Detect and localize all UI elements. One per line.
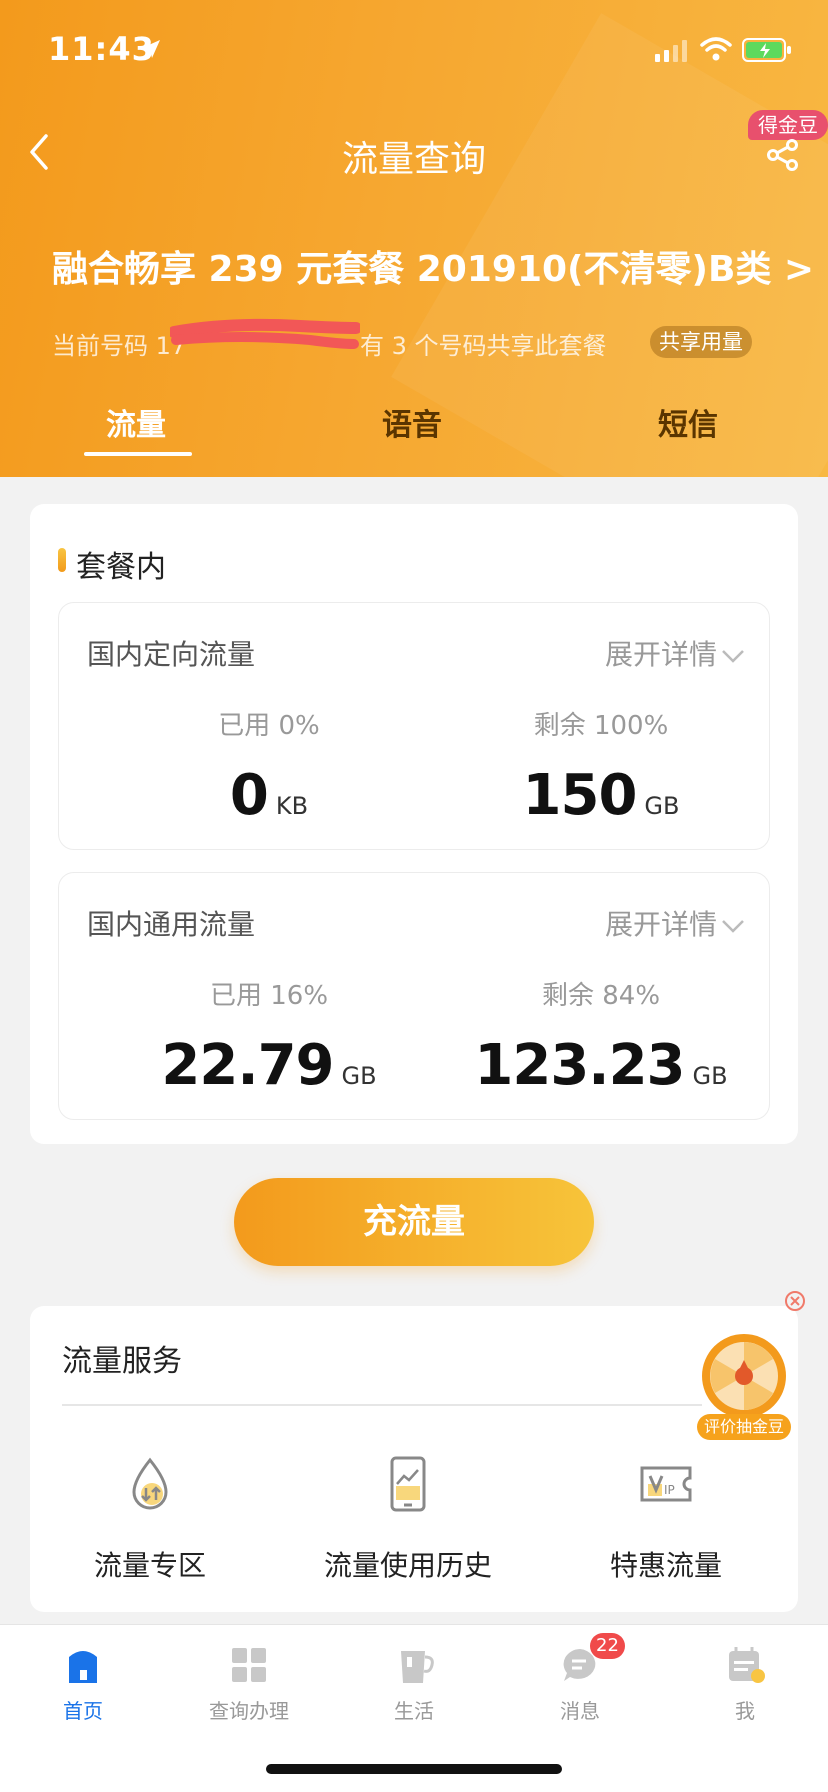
remaining-value: 150 bbox=[522, 763, 638, 828]
remaining-amount: 150 GB bbox=[451, 763, 751, 828]
chevron-down-icon bbox=[722, 650, 744, 663]
cup-icon bbox=[401, 1651, 434, 1683]
phone-chart-icon bbox=[390, 1456, 426, 1512]
used-value: 0 bbox=[229, 763, 269, 828]
service-item-discount-data[interactable]: IP 特惠流量 bbox=[546, 1454, 786, 1584]
remaining-value: 123.23 bbox=[474, 1033, 685, 1098]
home-indicator bbox=[266, 1764, 562, 1774]
svg-text:IP: IP bbox=[664, 1483, 675, 1497]
redaction-mark bbox=[170, 318, 360, 349]
close-icon[interactable] bbox=[784, 1290, 806, 1312]
service-label: 流量使用历史 bbox=[323, 1549, 492, 1582]
grid-icon bbox=[232, 1648, 266, 1682]
used-amount: 0 KB bbox=[119, 763, 419, 828]
section-title: 套餐内 bbox=[76, 550, 166, 585]
tabbar-item-me[interactable]: 我 bbox=[685, 1643, 805, 1724]
used-value: 22.79 bbox=[161, 1033, 334, 1098]
status-time: 11:43 bbox=[48, 30, 155, 68]
tab-voice[interactable]: 语音 bbox=[382, 400, 442, 444]
wifi-icon bbox=[700, 37, 732, 61]
tab-sms[interactable]: 短信 bbox=[658, 400, 718, 444]
chevron-down-icon bbox=[722, 920, 744, 933]
tab-indicator bbox=[84, 452, 192, 456]
vip-ticket-icon: IP bbox=[640, 1466, 692, 1502]
share-icon[interactable] bbox=[766, 138, 800, 172]
tabbar-label: 我 bbox=[735, 1699, 755, 1723]
remaining-unit: GB bbox=[692, 1062, 728, 1090]
used-amount: 22.79 GB bbox=[119, 1033, 419, 1098]
box-title: 国内通用流量 bbox=[87, 908, 256, 941]
expand-label: 展开详情 bbox=[604, 908, 717, 941]
current-number: 当前号码 17 bbox=[52, 332, 187, 360]
box-title: 国内定向流量 bbox=[87, 638, 256, 671]
earn-coins-badge[interactable]: 得金豆 bbox=[748, 110, 828, 140]
drop-arrows-icon bbox=[132, 1457, 168, 1510]
tab-data[interactable]: 流量 bbox=[106, 400, 166, 444]
tabbar-label: 生活 bbox=[394, 1699, 434, 1723]
shared-usage-tag[interactable]: 共享用量 bbox=[650, 326, 752, 358]
tabbar-item-messages[interactable]: 22 消息 bbox=[520, 1633, 640, 1724]
service-label: 流量专区 bbox=[93, 1549, 206, 1582]
service-title: 流量服务 bbox=[62, 1344, 182, 1379]
directed-data-box: 国内定向流量 展开详情 已用 0% 剩余 100% 0 KB 150 GB bbox=[58, 602, 770, 850]
message-count-badge: 22 bbox=[590, 1633, 625, 1659]
calendar-sign-icon bbox=[729, 1647, 765, 1683]
remaining-unit: GB bbox=[644, 792, 680, 820]
recharge-data-button[interactable]: 充流量 bbox=[234, 1178, 594, 1266]
tabbar-label: 查询办理 bbox=[209, 1699, 289, 1723]
service-label: 特惠流量 bbox=[609, 1549, 722, 1582]
tabbar-item-life[interactable]: 生活 bbox=[354, 1643, 474, 1724]
battery-icon bbox=[742, 38, 791, 62]
page-title: 流量查询 bbox=[341, 139, 486, 180]
usage-tabs: 流量 语音 短信 bbox=[0, 400, 828, 460]
status-bar: 11:43 bbox=[0, 0, 828, 100]
promo-label[interactable]: 评价抽金豆 bbox=[697, 1414, 791, 1440]
used-unit: KB bbox=[275, 792, 309, 820]
section-accent-bar bbox=[58, 548, 66, 572]
header: 11:43 流量查询 得金豆 融合畅享 239 元套餐 201910(不清零)B… bbox=[0, 0, 828, 477]
divider bbox=[62, 1404, 702, 1406]
location-arrow-icon bbox=[142, 40, 160, 58]
tabbar-label: 首页 bbox=[63, 1699, 103, 1723]
tabbar-label: 消息 bbox=[560, 1699, 600, 1723]
general-data-box: 国内通用流量 展开详情 已用 16% 剩余 84% 22.79 GB 123.23… bbox=[58, 872, 770, 1120]
package-card: 套餐内 国内定向流量 展开详情 已用 0% 剩余 100% 0 KB 150 GB … bbox=[30, 504, 798, 1144]
remaining-percent: 剩余 100% bbox=[533, 711, 669, 741]
data-services-card: 流量服务 流量专区 流量使用历史 IP 特惠流量 bbox=[30, 1306, 798, 1612]
home-icon bbox=[69, 1651, 97, 1683]
used-percent: 已用 16% bbox=[209, 981, 329, 1011]
plan-name-link[interactable]: 融合畅享 239 元套餐 201910(不清零)B类 > bbox=[52, 240, 814, 292]
tabbar-item-query[interactable]: 查询办理 bbox=[189, 1643, 309, 1724]
tabbar-item-home[interactable]: 首页 bbox=[23, 1643, 143, 1724]
used-percent: 已用 0% bbox=[218, 711, 320, 741]
remaining-amount: 123.23 GB bbox=[451, 1033, 751, 1098]
expand-details-button[interactable]: 展开详情 bbox=[605, 633, 745, 673]
signal-icon bbox=[655, 40, 687, 62]
share-info: 有 3 个号码共享此套餐 bbox=[360, 332, 607, 360]
expand-label: 展开详情 bbox=[604, 638, 717, 671]
expand-details-button[interactable]: 展开详情 bbox=[605, 903, 745, 943]
used-unit: GB bbox=[341, 1062, 377, 1090]
service-item-data-zone[interactable]: 流量专区 bbox=[30, 1454, 270, 1584]
remaining-percent: 剩余 84% bbox=[541, 981, 661, 1011]
service-item-usage-history[interactable]: 流量使用历史 bbox=[288, 1454, 528, 1584]
